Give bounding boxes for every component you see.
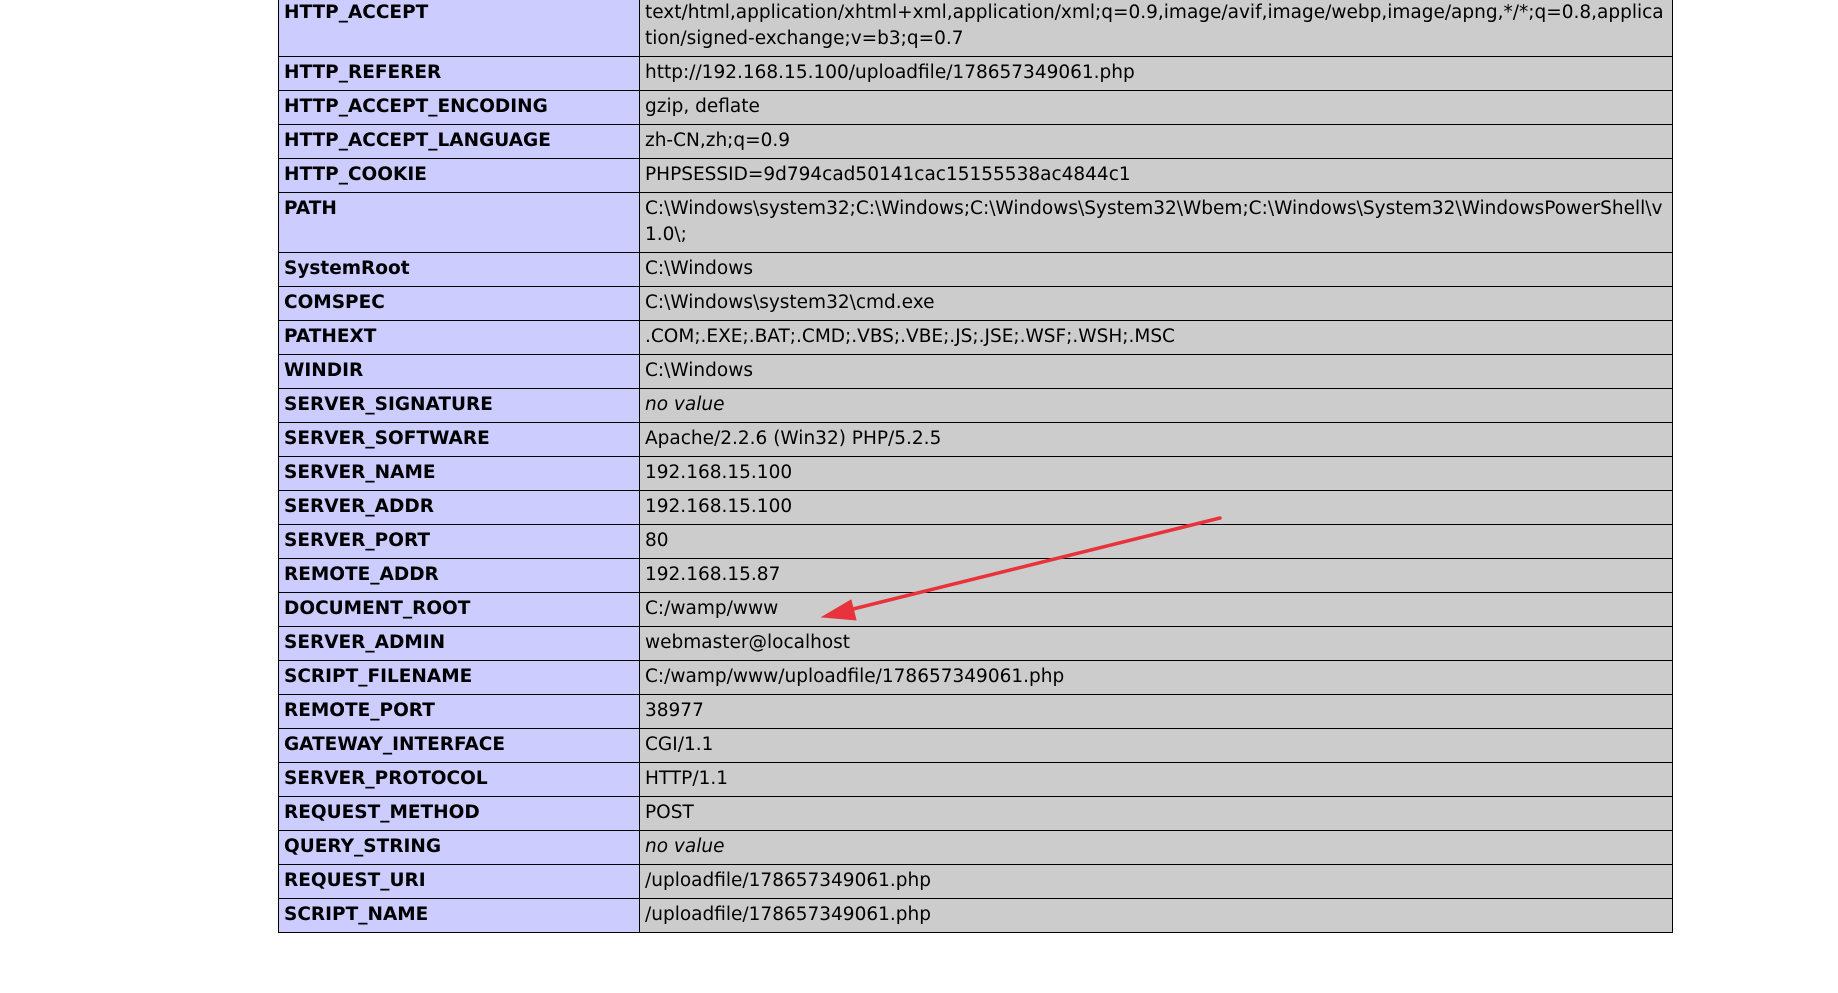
- table-row: SERVER_ADDR 192.168.15.100: [278, 490, 1673, 525]
- table-row: WINDIR C:\Windows: [278, 354, 1673, 389]
- variable-value: C:\Windows\system32;C:\Windows;C:\Window…: [639, 192, 1673, 253]
- variable-value: webmaster@localhost: [639, 626, 1673, 661]
- variable-name: SERVER_ADMIN: [278, 626, 640, 661]
- variable-name: HTTP_ACCEPT_ENCODING: [278, 90, 640, 125]
- variable-value: /uploadfile/178657349061.php: [639, 898, 1673, 933]
- variable-name: HTTP_ACCEPT: [278, 0, 640, 57]
- table-row: HTTP_COOKIE PHPSESSID=9d794cad50141cac15…: [278, 158, 1673, 193]
- variable-value: zh-CN,zh;q=0.9: [639, 124, 1673, 159]
- document-root-value: C:/wamp/www: [639, 592, 1673, 627]
- table-row: COMSPEC C:\Windows\system32\cmd.exe: [278, 286, 1673, 321]
- variable-value: C:\Windows: [639, 354, 1673, 389]
- variable-name: COMSPEC: [278, 286, 640, 321]
- variable-value: Apache/2.2.6 (Win32) PHP/5.2.5: [639, 422, 1673, 457]
- variable-name: SCRIPT_FILENAME: [278, 660, 640, 695]
- variable-value: 80: [639, 524, 1673, 559]
- variable-value: C:/wamp/www/uploadfile/178657349061.php: [639, 660, 1673, 695]
- variable-value: 38977: [639, 694, 1673, 729]
- variable-name: GATEWAY_INTERFACE: [278, 728, 640, 763]
- variable-name: REQUEST_URI: [278, 864, 640, 899]
- table-row: SERVER_SIGNATURE no value: [278, 388, 1673, 423]
- variable-name: WINDIR: [278, 354, 640, 389]
- table-row: DOCUMENT_ROOT C:/wamp/www: [278, 592, 1673, 627]
- table-row: GATEWAY_INTERFACE CGI/1.1: [278, 728, 1673, 763]
- variable-value: C:\Windows: [639, 252, 1673, 287]
- table-row: SystemRoot C:\Windows: [278, 252, 1673, 287]
- table-row: SERVER_NAME 192.168.15.100: [278, 456, 1673, 491]
- variable-value: .COM;.EXE;.BAT;.CMD;.VBS;.VBE;.JS;.JSE;.…: [639, 320, 1673, 355]
- table-row: REMOTE_ADDR 192.168.15.87: [278, 558, 1673, 593]
- table-row: PATHEXT .COM;.EXE;.BAT;.CMD;.VBS;.VBE;.J…: [278, 320, 1673, 355]
- variable-name: REMOTE_ADDR: [278, 558, 640, 593]
- variable-name: SCRIPT_NAME: [278, 898, 640, 933]
- table-row: HTTP_ACCEPT_ENCODING gzip, deflate: [278, 90, 1673, 125]
- variable-value: POST: [639, 796, 1673, 831]
- variable-name: PATHEXT: [278, 320, 640, 355]
- variable-value: 192.168.15.87: [639, 558, 1673, 593]
- variable-value: http://192.168.15.100/uploadfile/1786573…: [639, 56, 1673, 91]
- variable-name: REQUEST_METHOD: [278, 796, 640, 831]
- table-row: PATH C:\Windows\system32;C:\Windows;C:\W…: [278, 192, 1673, 253]
- table-row: HTTP_ACCEPT text/html,application/xhtml+…: [278, 0, 1673, 57]
- variable-name: DOCUMENT_ROOT: [278, 592, 640, 627]
- table-row: REQUEST_METHOD POST: [278, 796, 1673, 831]
- variable-value: 192.168.15.100: [639, 490, 1673, 525]
- variable-value: text/html,application/xhtml+xml,applicat…: [639, 0, 1673, 57]
- environment-variables-body: HTTP_ACCEPT text/html,application/xhtml+…: [278, 0, 1673, 933]
- table-row: SERVER_SOFTWARE Apache/2.2.6 (Win32) PHP…: [278, 422, 1673, 457]
- variable-name: SystemRoot: [278, 252, 640, 287]
- variable-name: QUERY_STRING: [278, 830, 640, 865]
- table-row: HTTP_ACCEPT_LANGUAGE zh-CN,zh;q=0.9: [278, 124, 1673, 159]
- variable-value: C:\Windows\system32\cmd.exe: [639, 286, 1673, 321]
- table-row: HTTP_REFERER http://192.168.15.100/uploa…: [278, 56, 1673, 91]
- variable-name: HTTP_ACCEPT_LANGUAGE: [278, 124, 640, 159]
- table-row: SCRIPT_NAME /uploadfile/178657349061.php: [278, 898, 1673, 933]
- variable-value: HTTP/1.1: [639, 762, 1673, 797]
- variable-value-empty: no value: [639, 388, 1673, 423]
- table-row: SCRIPT_FILENAME C:/wamp/www/uploadfile/1…: [278, 660, 1673, 695]
- table-row: QUERY_STRING no value: [278, 830, 1673, 865]
- variable-name: PATH: [278, 192, 640, 253]
- table-row: SERVER_PORT 80: [278, 524, 1673, 559]
- variable-name: HTTP_REFERER: [278, 56, 640, 91]
- variable-name: SERVER_SIGNATURE: [278, 388, 640, 423]
- variable-name: REMOTE_PORT: [278, 694, 640, 729]
- environment-variables-table: HTTP_ACCEPT text/html,application/xhtml+…: [278, 0, 1673, 933]
- variable-value: 192.168.15.100: [639, 456, 1673, 491]
- variable-value: /uploadfile/178657349061.php: [639, 864, 1673, 899]
- variable-value-empty: no value: [639, 830, 1673, 865]
- variable-name: SERVER_ADDR: [278, 490, 640, 525]
- table-row: SERVER_ADMIN webmaster@localhost: [278, 626, 1673, 661]
- variable-value: CGI/1.1: [639, 728, 1673, 763]
- variable-value: gzip, deflate: [639, 90, 1673, 125]
- variable-name: SERVER_PORT: [278, 524, 640, 559]
- variable-name: SERVER_PROTOCOL: [278, 762, 640, 797]
- variable-name: HTTP_COOKIE: [278, 158, 640, 193]
- table-row: REMOTE_PORT 38977: [278, 694, 1673, 729]
- variable-value: PHPSESSID=9d794cad50141cac15155538ac4844…: [639, 158, 1673, 193]
- variable-name: SERVER_NAME: [278, 456, 640, 491]
- table-row: REQUEST_URI /uploadfile/178657349061.php: [278, 864, 1673, 899]
- variable-name: SERVER_SOFTWARE: [278, 422, 640, 457]
- table-row: SERVER_PROTOCOL HTTP/1.1: [278, 762, 1673, 797]
